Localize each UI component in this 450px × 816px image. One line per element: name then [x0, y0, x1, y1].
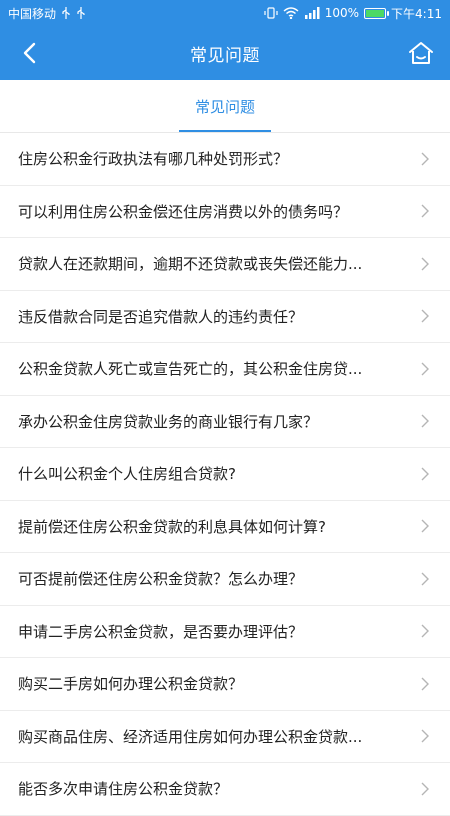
- chevron-right-icon: [420, 413, 430, 429]
- faq-question: 违反借款合同是否追究借款人的违约责任？: [18, 307, 304, 326]
- faq-item[interactable]: 什么叫公积金个人住房组合贷款?: [0, 448, 450, 501]
- chevron-right-icon: [420, 781, 430, 797]
- status-left: 中国移动: [8, 5, 86, 22]
- chevron-right-icon: [420, 203, 430, 219]
- wifi-icon: [283, 7, 299, 19]
- faq-item[interactable]: 提前偿还住房公积金贷款的利息具体如何计算?: [0, 500, 450, 553]
- chevron-right-icon: [420, 466, 430, 482]
- faq-item[interactable]: 购买商品住房、经济适用住房如何办理公积金贷款...: [0, 710, 450, 763]
- faq-item[interactable]: 承办公积金住房贷款业务的商业银行有几家？: [0, 395, 450, 448]
- back-arrow-icon: [23, 42, 36, 64]
- clock: 下午4:11: [391, 6, 442, 21]
- faq-question: 住房公积金行政执法有哪几种处罚形式？: [18, 150, 289, 169]
- page-title: 常见问题: [190, 45, 260, 66]
- faq-question: 贷款人在还款期间，逾期不还贷款或丧失偿还能力...: [18, 255, 363, 274]
- chevron-right-icon: [420, 308, 430, 324]
- tab-bar: 常见问题: [0, 80, 450, 133]
- battery-percent: 100%: [324, 6, 360, 20]
- faq-item[interactable]: 可否提前偿还住房公积金贷款？怎么办理？: [0, 553, 450, 606]
- faq-question: 购买商品住房、经济适用住房如何办理公积金贷款...: [18, 727, 363, 746]
- tab-label: 常见问题: [194, 97, 255, 116]
- faq-question: 可以利用住房公积金偿还住房消费以外的债务吗？: [18, 202, 349, 221]
- status-bar: 中国移动 100% 下午4:11: [0, 0, 450, 26]
- battery-icon: [364, 7, 390, 19]
- app-bar: 常见问题: [0, 26, 450, 80]
- usb-icon: [76, 7, 86, 19]
- faq-item[interactable]: 能否多次申请住房公积金贷款？: [0, 763, 450, 816]
- faq-item[interactable]: 申请二手房公积金贷款，是否要办理评估？: [0, 605, 450, 658]
- carrier-label: 中国移动: [8, 6, 57, 21]
- faq-question: 可否提前偿还住房公积金贷款？怎么办理？: [18, 570, 304, 589]
- faq-list: 住房公积金行政执法有哪几种处罚形式？ 可以利用住房公积金偿还住房消费以外的债务吗…: [0, 133, 450, 816]
- chevron-right-icon: [420, 728, 430, 744]
- home-button[interactable]: [404, 36, 438, 70]
- faq-question: 承办公积金住房贷款业务的商业银行有几家？: [18, 412, 319, 431]
- status-right: 100% 下午4:11: [264, 5, 442, 22]
- faq-item[interactable]: 可以利用住房公积金偿还住房消费以外的债务吗？: [0, 185, 450, 238]
- back-button[interactable]: [12, 36, 46, 70]
- usb-icon: [61, 7, 71, 19]
- faq-question: 提前偿还住房公积金贷款的利息具体如何计算?: [18, 517, 326, 536]
- faq-question: 什么叫公积金个人住房组合贷款?: [18, 465, 236, 484]
- chevron-right-icon: [420, 518, 430, 534]
- chevron-right-icon: [420, 256, 430, 272]
- tab-faq[interactable]: 常见问题: [178, 80, 271, 132]
- faq-item[interactable]: 公积金贷款人死亡或宣告死亡的，其公积金住房贷...: [0, 343, 450, 396]
- faq-question: 购买二手房如何办理公积金贷款？: [18, 675, 244, 694]
- tab-indicator: [178, 130, 271, 132]
- signal-icon: [304, 7, 320, 19]
- faq-item[interactable]: 贷款人在还款期间，逾期不还贷款或丧失偿还能力...: [0, 238, 450, 291]
- chevron-right-icon: [420, 151, 430, 167]
- home-icon: [409, 42, 433, 64]
- faq-item[interactable]: 违反借款合同是否追究借款人的违约责任？: [0, 290, 450, 343]
- chevron-right-icon: [420, 571, 430, 587]
- faq-item[interactable]: 住房公积金行政执法有哪几种处罚形式？: [0, 133, 450, 186]
- chevron-right-icon: [420, 676, 430, 692]
- faq-question: 公积金贷款人死亡或宣告死亡的，其公积金住房贷...: [18, 360, 363, 379]
- chevron-right-icon: [420, 623, 430, 639]
- faq-question: 申请二手房公积金贷款，是否要办理评估？: [18, 622, 304, 641]
- chevron-right-icon: [420, 361, 430, 377]
- vibrate-icon: [264, 7, 278, 19]
- faq-item[interactable]: 购买二手房如何办理公积金贷款？: [0, 658, 450, 711]
- faq-question: 能否多次申请住房公积金贷款？: [18, 780, 229, 799]
